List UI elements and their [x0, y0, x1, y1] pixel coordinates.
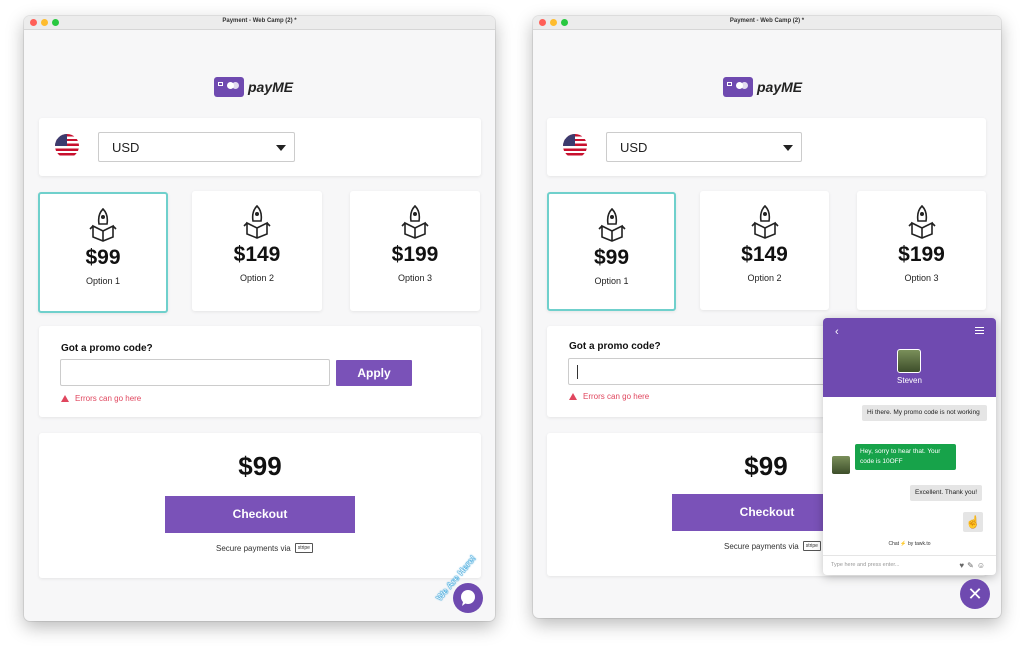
stripe-badge: stripe: [294, 543, 313, 553]
chevron-down-icon: [783, 145, 793, 151]
brand-name: payME: [248, 79, 294, 95]
option-card-2[interactable]: $149 Option 2: [192, 191, 322, 311]
brand-logo: payME: [214, 77, 293, 97]
option-card-3[interactable]: $199 Option 3: [857, 191, 986, 310]
rocket-box-icon: [401, 205, 429, 239]
window-title: Payment - Web Camp (2) *: [729, 18, 805, 24]
title-bar: Payment - Web Camp (2) *: [24, 16, 495, 30]
agent-name: Steven: [897, 376, 922, 385]
chevron-down-icon: [276, 145, 286, 151]
brand-name: payME: [757, 79, 803, 95]
option-price: $99: [85, 246, 121, 269]
option-card-2[interactable]: $149 Option 2: [700, 191, 829, 310]
promo-error: Errors can go here: [61, 394, 141, 403]
secure-text: Secure payments via: [724, 541, 799, 551]
warning-icon: [569, 393, 577, 400]
option-price: $99: [593, 246, 630, 269]
payment-window-right: Payment - Web Camp (2) * payME USD $99 O…: [533, 16, 1001, 618]
us-flag-icon: [55, 134, 79, 158]
option-price: $199: [391, 243, 439, 266]
chat-input-actions[interactable]: ♥✎☺: [959, 561, 988, 570]
credit-card-icon: [723, 77, 753, 97]
menu-icon[interactable]: [975, 327, 984, 334]
option-label: Option 1: [85, 276, 121, 286]
secure-payments: Secure payments via stripe: [724, 541, 821, 551]
title-bar: Payment - Web Camp (2) *: [533, 16, 1001, 30]
thumbs-up-icon: ☝: [963, 512, 983, 532]
warning-icon: [61, 395, 69, 402]
option-label: Option 2: [747, 273, 782, 283]
promo-title: Got a promo code?: [569, 341, 661, 352]
chat-message-visitor: Hi there. My promo code is not working: [862, 405, 987, 421]
option-label: Option 1: [594, 276, 629, 286]
option-label: Option 3: [397, 273, 433, 283]
option-price: $149: [233, 243, 281, 266]
checkout-button[interactable]: Checkout: [165, 496, 355, 533]
option-label: Option 2: [239, 273, 275, 283]
checkout-panel: $99 Checkout Secure payments via stripe: [39, 433, 481, 578]
chat-input-placeholder: Type here and press enter...: [831, 562, 900, 568]
apply-button[interactable]: Apply: [336, 360, 412, 386]
promo-code-input[interactable]: [568, 358, 838, 385]
option-card-3[interactable]: $199 Option 3: [350, 191, 480, 311]
currency-select-value: USD: [112, 139, 140, 155]
rocket-box-icon: [243, 205, 271, 239]
promo-title: Got a promo code?: [61, 343, 153, 354]
us-flag-icon: [563, 134, 587, 158]
currency-panel: USD: [39, 118, 481, 176]
rocket-box-icon: [89, 208, 117, 242]
chat-widget: ‹ Steven Hi there. My promo code is not …: [823, 318, 996, 575]
chevron-left-icon[interactable]: ‹: [835, 326, 839, 338]
checkout-total: $99: [238, 451, 282, 481]
rocket-box-icon: [597, 208, 626, 242]
option-price: $149: [741, 243, 788, 266]
currency-select[interactable]: USD: [606, 132, 802, 162]
secure-payments: Secure payments via stripe: [216, 543, 313, 553]
chat-header: ‹ Steven: [823, 318, 996, 397]
powered-by[interactable]: Chat ⚡ by tawk.to: [823, 541, 996, 547]
window-title: Payment - Web Camp (2) *: [222, 18, 297, 24]
promo-code-input[interactable]: [60, 359, 330, 386]
promo-error-text: Errors can go here: [75, 394, 142, 403]
option-card-1[interactable]: $99 Option 1: [38, 192, 168, 313]
text-caret: [577, 365, 578, 379]
stripe-badge: stripe: [802, 541, 821, 551]
promo-error: Errors can go here: [569, 392, 649, 401]
currency-panel: USD: [547, 118, 986, 176]
option-label: Option 3: [904, 273, 939, 283]
rocket-box-icon: [907, 205, 936, 239]
promo-error-text: Errors can go here: [583, 392, 650, 401]
currency-select-value: USD: [620, 139, 648, 155]
currency-select[interactable]: USD: [98, 132, 295, 162]
close-icon: ✕: [967, 584, 983, 604]
chat-message-input[interactable]: Type here and press enter... ♥✎☺: [823, 555, 996, 575]
promo-panel: Got a promo code? Apply Errors can go he…: [39, 326, 481, 417]
agent-avatar: [897, 349, 921, 373]
payment-window-left: Payment - Web Camp (2) * payME USD $99 O…: [24, 16, 495, 621]
credit-card-icon: [214, 77, 244, 97]
option-card-1[interactable]: $99 Option 1: [547, 192, 676, 311]
brand-logo: payME: [723, 77, 802, 97]
chat-message-agent: Hey, sorry to hear that. Your code is 10…: [855, 444, 956, 470]
chat-message-visitor: Excellent. Thank you!: [910, 485, 983, 501]
rocket-box-icon: [750, 205, 779, 239]
chat-close-button[interactable]: ✕: [960, 579, 990, 609]
agent-avatar: [832, 456, 850, 474]
secure-text: Secure payments via: [216, 543, 291, 553]
chat-bubble-icon: [461, 590, 475, 606]
chat-launcher-button[interactable]: [453, 583, 483, 613]
option-price: $199: [898, 243, 945, 266]
